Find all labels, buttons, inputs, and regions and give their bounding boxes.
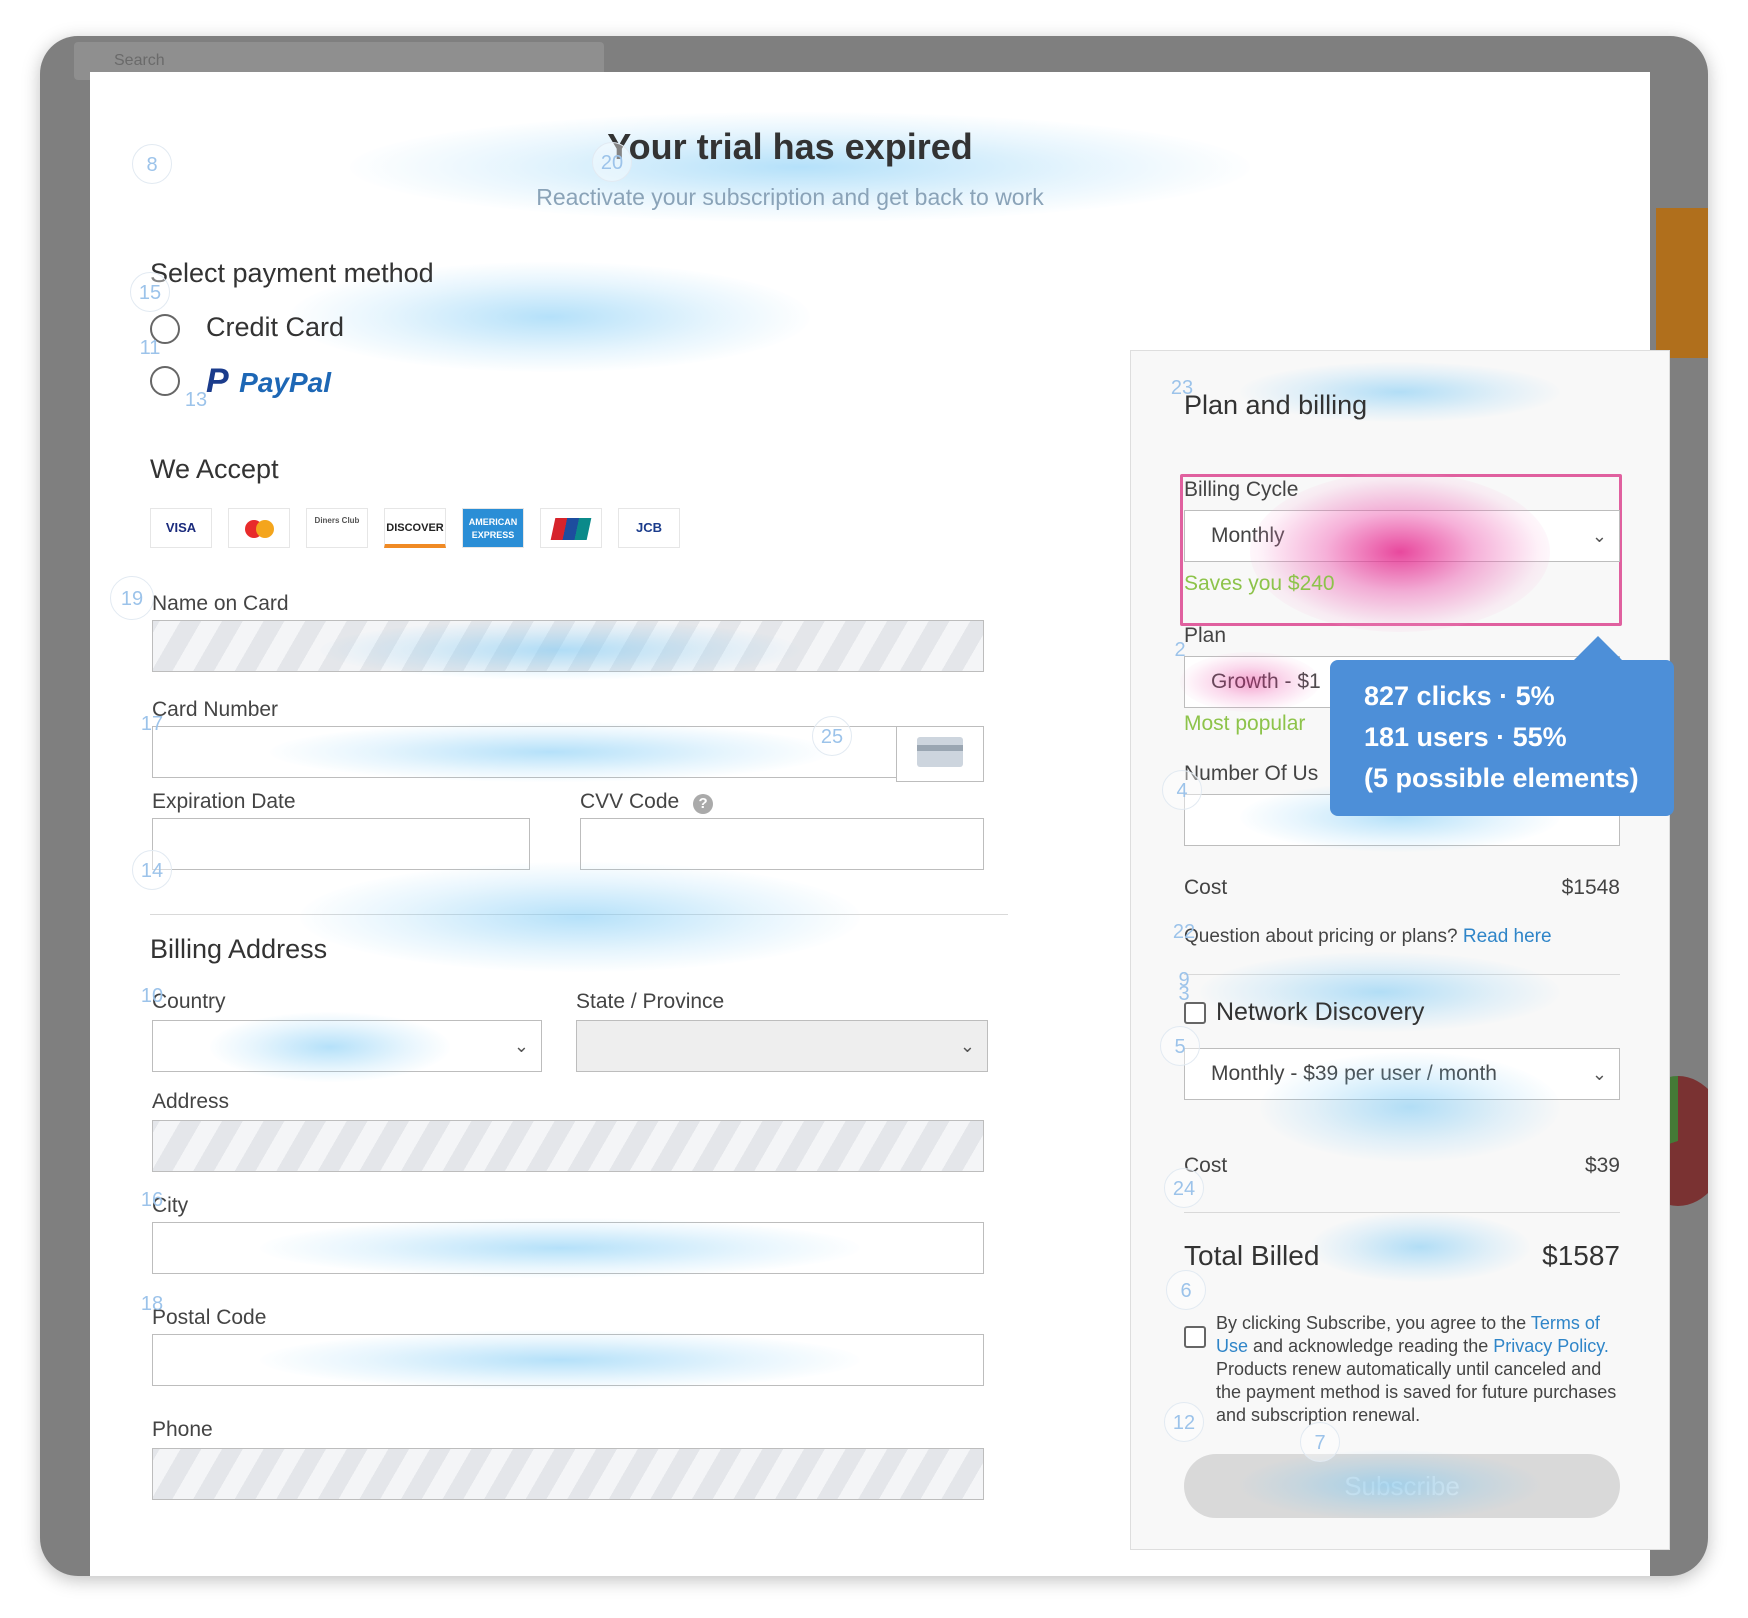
pricing-question: Question about pricing or plans? Read he… <box>1184 926 1552 947</box>
privacy-policy-link[interactable]: Privacy Policy. <box>1493 1336 1609 1356</box>
amex-icon: AMERICAN EXPRESS <box>462 508 524 548</box>
app-window: Search Your trial has expired Reactivate… <box>40 36 1708 1576</box>
chevron-down-icon: ⌄ <box>1591 526 1607 546</box>
marker-8: 8 <box>132 144 172 184</box>
marker-5: 5 <box>1160 1026 1200 1066</box>
marker-23: 23 <box>1170 377 1194 399</box>
marker-24: 24 <box>1164 1168 1204 1208</box>
chevron-down-icon: ⌄ <box>513 1036 529 1056</box>
name-on-card-input[interactable] <box>152 620 984 672</box>
cost-value: $1548 <box>1561 876 1620 899</box>
marker-2: 2 <box>1174 639 1186 661</box>
paypal-logo[interactable]: P PayPal <box>206 362 331 401</box>
marker-3: 3 <box>1178 983 1190 1005</box>
state-label: State / Province <box>576 990 725 1013</box>
chevron-down-icon: ⌄ <box>1591 1064 1607 1084</box>
marker-17: 17 <box>140 713 164 735</box>
marker-6: 6 <box>1166 1270 1206 1310</box>
expiration-date-label: Expiration Date <box>152 790 296 813</box>
terms-text: By clicking Subscribe, you agree to the … <box>1216 1313 1617 1425</box>
card-type-box <box>896 726 984 782</box>
credit-card-label: Credit Card <box>206 312 345 342</box>
billing-cycle-note: Saves you $240 <box>1184 572 1335 595</box>
page-subtitle: Reactivate your subscription and get bac… <box>536 184 1044 210</box>
unionpay-icon <box>540 508 602 548</box>
page-title: Your trial has expired <box>607 126 973 167</box>
discover-icon: DISCOVER <box>384 508 446 548</box>
help-icon[interactable]: ? <box>693 794 714 814</box>
network-cost-value: $39 <box>1584 1154 1620 1177</box>
marker-15: 15 <box>130 272 170 312</box>
marker-10: 10 <box>140 985 164 1007</box>
billing-cycle-select[interactable]: Monthly ⌄ <box>1184 510 1620 562</box>
address-label: Address <box>152 1090 230 1113</box>
city-input[interactable] <box>152 1222 984 1274</box>
cvv-input[interactable] <box>580 818 984 870</box>
paypal-radio[interactable] <box>150 366 180 396</box>
tooltip-clicks: 827 clicks · 5% <box>1364 681 1555 711</box>
tooltip-elements: (5 possible elements) <box>1364 763 1639 793</box>
plan-note: Most popular <box>1184 712 1306 735</box>
network-discovery-label: Network Discovery <box>1216 998 1425 1026</box>
country-select[interactable]: ⌄ <box>152 1020 542 1072</box>
background-panel <box>1656 208 1708 358</box>
card-number-input[interactable] <box>152 726 898 778</box>
expiration-date-input[interactable] <box>152 818 530 870</box>
cvv-label: CVV Code ? <box>580 790 714 814</box>
marker-4: 4 <box>1162 770 1202 810</box>
marker-11: 11 <box>139 337 161 359</box>
credit-card-icon <box>917 737 963 767</box>
phone-label: Phone <box>152 1418 213 1441</box>
jcb-icon: JCB <box>618 508 680 548</box>
state-select[interactable]: ⌄ <box>576 1020 988 1072</box>
billing-cycle-label: Billing Cycle <box>1184 478 1299 501</box>
billing-address-title: Billing Address <box>150 934 328 964</box>
total-billed-label: Total Billed <box>1184 1240 1320 1271</box>
marker-13: 13 <box>184 389 208 411</box>
cost-label: Cost <box>1184 876 1228 899</box>
subscribe-button[interactable]: Subscribe <box>1184 1454 1620 1518</box>
name-on-card-label: Name on Card <box>152 592 289 615</box>
payment-method-title: Select payment method <box>150 258 434 288</box>
number-of-users-label: Number Of Us <box>1184 762 1319 785</box>
card-logos: VISA Diners Club DISCOVER AMERICAN EXPRE… <box>150 508 690 548</box>
marker-16: 16 <box>140 1189 164 1211</box>
marker-14: 14 <box>132 850 172 890</box>
postal-code-input[interactable] <box>152 1334 984 1386</box>
tooltip-users: 181 users · 55% <box>1364 722 1567 752</box>
diners-club-icon: Diners Club <box>306 508 368 548</box>
marker-22: 22 <box>1172 921 1196 943</box>
marker-7: 7 <box>1300 1422 1340 1462</box>
mastercard-icon <box>228 508 290 548</box>
plan-billing-title: Plan and billing <box>1184 390 1368 420</box>
marker-25: 25 <box>812 716 852 756</box>
marker-18: 18 <box>140 1293 164 1315</box>
network-discovery-select[interactable]: Monthly - $39 per user / month ⌄ <box>1184 1048 1620 1100</box>
subscription-modal: Your trial has expired Reactivate your s… <box>90 72 1674 1576</box>
total-billed-value: $1587 <box>1542 1240 1620 1271</box>
phone-input[interactable] <box>152 1448 984 1500</box>
marker-19: 19 <box>110 576 154 620</box>
read-here-link[interactable]: Read here <box>1463 926 1552 947</box>
marker-12: 12 <box>1164 1402 1204 1442</box>
chevron-down-icon: ⌄ <box>959 1036 975 1056</box>
address-input[interactable] <box>152 1120 984 1172</box>
marker-20: 20 <box>592 142 632 182</box>
heatmap-tooltip: 827 clicks · 5% 181 users · 55% (5 possi… <box>1330 636 1674 816</box>
we-accept-title: We Accept <box>150 454 279 484</box>
terms-checkbox[interactable] <box>1184 1326 1206 1348</box>
visa-icon: VISA <box>150 508 212 548</box>
